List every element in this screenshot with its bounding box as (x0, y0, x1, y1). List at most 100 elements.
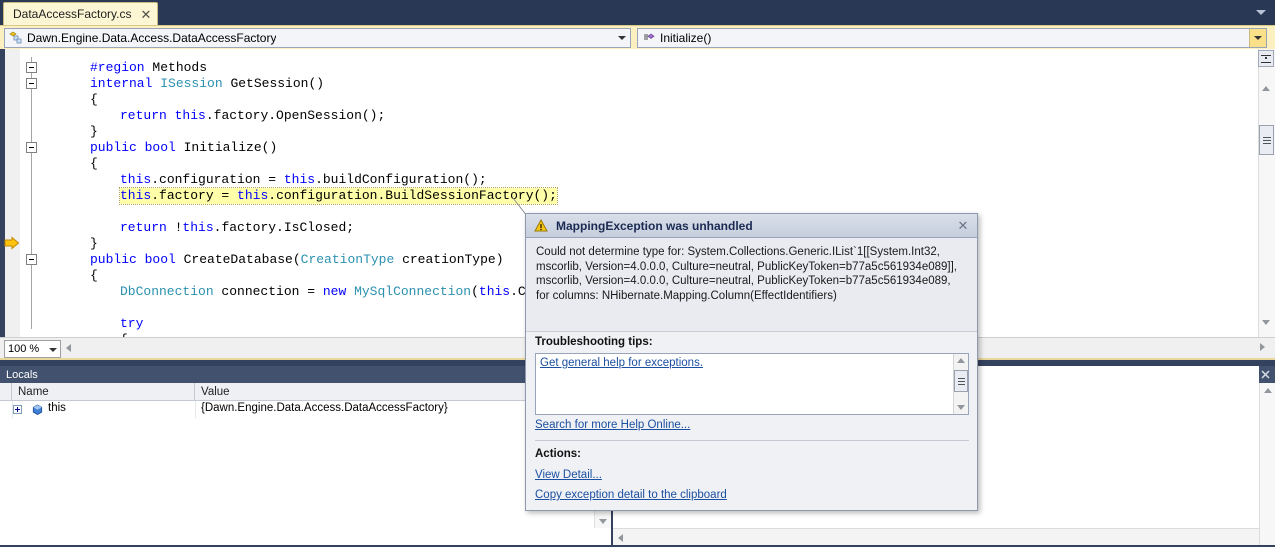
method-icon (642, 31, 656, 45)
tab-dataaccessfactory[interactable]: DataAccessFactory.cs ✕ (3, 2, 159, 25)
tip-link-general-help[interactable]: Get general help for exceptions. (540, 357, 703, 369)
code-token: .factory.IsClosed; (213, 220, 355, 235)
field-icon (32, 404, 43, 415)
code-token: DbConnection (120, 284, 214, 299)
copy-exception-detail-link[interactable]: Copy exception detail to the clipboard (535, 489, 727, 501)
grid-column-separator (195, 401, 196, 418)
secondary-panel-hscrollbar[interactable] (613, 528, 1259, 545)
code-line-highlighted: this.factory = this.configuration.BuildS… (119, 187, 558, 205)
code-token: { (90, 268, 98, 283)
code-line: return this.factory.OpenSession(); (120, 108, 385, 124)
close-icon[interactable] (1260, 369, 1271, 380)
chevron-down-glyph (618, 36, 626, 40)
troubleshooting-tips-box[interactable]: Get general help for exceptions. (535, 353, 969, 415)
exception-assistant-dialog[interactable]: MappingException was unhandled ✕ Could n… (525, 213, 978, 511)
tips-scrollbar-thumb[interactable] (954, 370, 968, 392)
code-token: { (90, 156, 98, 171)
code-token: ( (471, 284, 479, 299)
scroll-left-icon[interactable] (618, 534, 623, 542)
code-token: this (283, 172, 316, 187)
column-header-name[interactable]: Name (12, 383, 195, 400)
code-line: } (90, 124, 98, 140)
code-line: } (90, 236, 98, 252)
code-line: try (120, 316, 143, 332)
exception-dialog-title-bar: MappingException was unhandled ✕ (526, 214, 977, 238)
zoom-dropdown-button[interactable] (46, 344, 59, 356)
code-token: } (90, 236, 98, 251)
code-token: .configuration.BuildSessionFactory(); (268, 188, 557, 203)
code-token: .configuration = (151, 172, 284, 187)
code-token: Initialize() (175, 140, 278, 155)
code-token: #region (90, 60, 145, 75)
class-dropdown-button[interactable] (614, 29, 630, 47)
code-line: internal ISession GetSession() (90, 76, 324, 92)
yellow-arrow-icon (4, 235, 20, 251)
code-token: new (322, 284, 347, 299)
member-dropdown-button[interactable] (1249, 29, 1266, 47)
split-dot (1265, 56, 1267, 59)
zoom-level-dropdown[interactable]: 100 % (4, 340, 61, 358)
document-tab-strip: DataAccessFactory.cs ✕ (0, 0, 1275, 25)
code-token: this (237, 188, 269, 203)
outline-collapse-icon[interactable] (26, 78, 37, 89)
code-line: { (90, 92, 98, 108)
code-token: internal (90, 76, 161, 91)
right-vertical-scrollbar[interactable] (1259, 383, 1275, 547)
thumb-grip-line (1262, 136, 1271, 138)
code-token: this (174, 108, 206, 123)
scroll-down-icon[interactable] (957, 405, 965, 410)
code-token: try (120, 316, 144, 331)
scroll-right-icon[interactable] (1260, 343, 1265, 351)
indicator-margin[interactable] (0, 49, 21, 337)
tips-vertical-scrollbar[interactable] (953, 354, 968, 414)
scroll-up-icon[interactable] (957, 358, 965, 363)
outline-collapse-icon[interactable] (26, 142, 37, 153)
expand-icon[interactable] (13, 405, 22, 414)
navigation-bar: Dawn.Engine.Data.Access.DataAccessFactor… (0, 25, 1275, 49)
scroll-up-icon[interactable] (1262, 72, 1270, 91)
code-token: creationType) (394, 252, 504, 267)
member-dropdown[interactable]: Initialize() (637, 28, 1267, 48)
scroll-left-icon[interactable] (66, 344, 71, 352)
class-dropdown-value: Dawn.Engine.Data.Access.DataAccessFactor… (27, 31, 277, 45)
zoom-level-value: 100 % (8, 343, 40, 355)
code-token: this (120, 188, 152, 203)
class-dropdown[interactable]: Dawn.Engine.Data.Access.DataAccessFactor… (4, 28, 631, 48)
chevron-down-icon[interactable] (1254, 7, 1267, 18)
code-token: connection = (213, 284, 323, 299)
chevron-down-glyph (48, 348, 57, 352)
outline-collapse-icon[interactable] (26, 62, 37, 73)
troubleshooting-tips-label: Troubleshooting tips: (535, 336, 653, 348)
editor-vertical-scrollbar[interactable] (1258, 49, 1275, 337)
code-token: return (120, 220, 167, 235)
grid-column-separator (12, 401, 13, 418)
code-token: return (120, 108, 167, 123)
code-token: this (120, 172, 152, 187)
close-icon[interactable]: ✕ (140, 8, 151, 21)
code-token: ISession (160, 76, 223, 91)
scroll-down-icon[interactable] (599, 519, 607, 524)
code-line: public bool Initialize() (90, 140, 277, 156)
editor-scrollbar-thumb[interactable] (1259, 125, 1274, 155)
view-detail-link[interactable]: View Detail... (535, 469, 602, 481)
code-token: .buildConfiguration(); (315, 172, 487, 187)
locals-title-label: Locals (6, 368, 38, 381)
code-token: public bool (90, 252, 176, 267)
chevron-down-glyph (1254, 36, 1262, 40)
search-help-online-link[interactable]: Search for more Help Online... (535, 419, 690, 431)
code-line: { (90, 156, 98, 172)
code-token: ! (166, 220, 183, 235)
code-line: DbConnection connection = new MySqlConne… (120, 284, 573, 300)
split-view-icon[interactable] (1258, 50, 1274, 67)
scroll-up-icon[interactable] (1264, 388, 1272, 393)
code-line: #region Methods (90, 60, 207, 76)
close-icon[interactable]: ✕ (955, 218, 971, 234)
outline-collapse-icon[interactable] (26, 254, 37, 265)
exception-message: Could not determine type for: System.Col… (526, 238, 977, 332)
locals-row-value: {Dawn.Engine.Data.Access.DataAccessFacto… (201, 402, 448, 414)
member-dropdown-value: Initialize() (660, 31, 712, 45)
thumb-grip-line (957, 383, 965, 385)
locals-row-name: this (48, 402, 66, 414)
code-token: Methods (144, 60, 208, 75)
